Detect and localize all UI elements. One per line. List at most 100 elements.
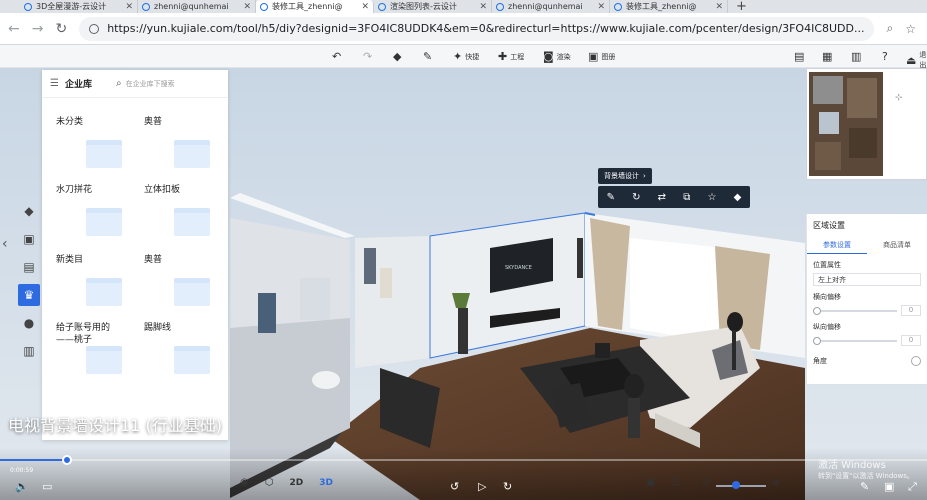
rail-person-button[interactable]: ●	[18, 312, 40, 334]
focus-icon[interactable]: ⊡	[672, 477, 680, 488]
close-tab-icon[interactable]: ✕	[597, 2, 605, 12]
list-icon[interactable]: ☰	[50, 78, 59, 89]
h-offset-slider[interactable]: 0	[813, 305, 921, 316]
v-offset-input[interactable]: 0	[901, 335, 921, 346]
category-item[interactable]: 立体扣板	[144, 184, 224, 250]
render-button[interactable]: ◙ 渲染	[543, 50, 571, 63]
align-select[interactable]: 左上对齐	[813, 273, 921, 286]
view-3d-button[interactable]: 3D	[319, 478, 333, 488]
drawing-button[interactable]: ▣ 图册	[588, 50, 615, 63]
view-toolbar: ◉ ⬡ 2D 3D	[240, 477, 333, 488]
project-button[interactable]: ✚ 工程	[498, 50, 524, 63]
rail-bus-button[interactable]: ▥	[18, 340, 40, 362]
exit-button[interactable]: ⏏ 退出	[906, 50, 927, 70]
cube-view-icon[interactable]: ⬡	[265, 477, 274, 488]
video-progress-track[interactable]	[0, 459, 927, 461]
copy-icon[interactable]: ⧉	[683, 192, 690, 203]
save-button[interactable]: ▦	[822, 50, 832, 63]
subtitles-icon[interactable]: ▭	[42, 480, 52, 493]
browser-tab[interactable]: 3D全屋漫游-云设计 ✕	[20, 0, 138, 13]
tab-parameters[interactable]: 参数设置	[807, 237, 867, 254]
browser-tab[interactable]: 装修工具_zhenni@ ✕	[610, 0, 728, 13]
favorite-star-icon[interactable]: ☆	[708, 192, 717, 203]
watermark-line1: 激活 Windows	[818, 460, 886, 471]
bus-icon: ▥	[23, 344, 35, 358]
redo-button[interactable]: ↷	[363, 50, 372, 63]
expand-icon[interactable]: ⊹	[895, 93, 903, 103]
zoom-slider[interactable]	[716, 485, 766, 487]
video-progress-handle[interactable]	[61, 455, 72, 465]
reload-icon[interactable]: ↻	[55, 21, 67, 37]
shortcut-button[interactable]: ✦ 快捷	[453, 50, 479, 63]
browser-tab[interactable]: 渲染图列表-云设计 ✕	[374, 0, 492, 13]
furniture-icon: ▤	[23, 260, 35, 274]
new-tab-button[interactable]: +	[736, 0, 747, 13]
url-field[interactable]: https://yun.kujiale.com/tool/h5/diy?desi…	[79, 16, 875, 41]
library-search[interactable]: ⌕ 在企业库下搜索	[116, 78, 175, 89]
eraser-button[interactable]: ◆	[393, 50, 401, 63]
zoom-icon[interactable]: ⌕	[886, 21, 893, 36]
clipboard-button[interactable]: ▥	[851, 50, 861, 63]
save-icon: ▦	[822, 50, 833, 63]
rewind-10-icon[interactable]: ↺	[450, 480, 459, 493]
context-breadcrumb[interactable]: 背景墙设计 ›	[598, 168, 652, 184]
rail-cube-button[interactable]: ◆	[18, 200, 40, 222]
category-item[interactable]: 踢脚线	[144, 322, 224, 388]
tab-product-list[interactable]: 商品清单	[867, 237, 927, 254]
export-button[interactable]: ▤	[794, 50, 804, 63]
close-tab-icon[interactable]: ✕	[125, 2, 133, 12]
person-icon: ●	[23, 316, 35, 330]
floorplan-drawing	[809, 72, 883, 176]
eraser-icon[interactable]: ◆	[734, 192, 742, 203]
site-favicon-icon	[614, 2, 622, 11]
browser-tab[interactable]: zhenni@qunhemai ✕	[492, 0, 610, 13]
close-tab-icon[interactable]: ✕	[479, 2, 487, 12]
volume-icon[interactable]: 🔈	[15, 480, 29, 493]
close-tab-icon[interactable]: ✕	[361, 2, 369, 12]
fullscreen-icon[interactable]: ⤢	[908, 480, 917, 494]
category-item[interactable]: 奥普	[144, 116, 224, 182]
category-item[interactable]: 未分类	[56, 116, 136, 182]
close-tab-icon[interactable]: ✕	[243, 2, 251, 12]
close-tab-icon[interactable]: ✕	[715, 2, 723, 12]
v-offset-slider[interactable]: 0	[813, 335, 921, 346]
slider-knob[interactable]	[813, 306, 821, 315]
category-item[interactable]: 给子账号用的——桃子	[56, 322, 136, 388]
slider-knob[interactable]	[813, 336, 821, 345]
edit-pencil-icon[interactable]: ✎	[607, 192, 615, 203]
zoom-out-icon[interactable]: ⊖	[702, 477, 710, 488]
angle-dial-icon[interactable]	[911, 356, 921, 366]
camera-icon[interactable]: ▣	[646, 477, 655, 488]
h-offset-input[interactable]: 0	[901, 305, 921, 316]
back-arrow-icon[interactable]: ←	[8, 21, 20, 37]
swap-icon[interactable]: ⇄	[658, 192, 666, 203]
minimap[interactable]: ⊹	[806, 68, 927, 180]
address-bar: ← → ↻ https://yun.kujiale.com/tool/h5/di…	[0, 13, 927, 45]
wrench-button[interactable]: ✎	[423, 50, 432, 63]
help-button[interactable]: ?	[882, 50, 888, 63]
help-icon: ?	[882, 50, 888, 63]
browser-tab[interactable]: zhenni@qunhemai ✕	[138, 0, 256, 13]
zoom-slider-knob[interactable]	[732, 481, 740, 489]
video-caption: 电视背景墙设计11 (行业基础)	[8, 416, 222, 435]
bookmark-star-icon[interactable]: ☆	[905, 22, 916, 36]
category-item[interactable]: 新类目	[56, 254, 136, 320]
eye-icon[interactable]: ◉	[240, 477, 249, 488]
rotate-icon[interactable]: ↻	[632, 192, 640, 203]
tab-title: zhenni@qunhemai	[508, 2, 583, 11]
forward-arrow-icon[interactable]: →	[32, 21, 44, 37]
category-item[interactable]: 奥普	[144, 254, 224, 320]
category-item[interactable]: 水刀拼花	[56, 184, 136, 250]
rail-enterprise-button[interactable]: ♛	[18, 284, 40, 306]
collapse-arrow-icon[interactable]: ‹	[2, 236, 8, 252]
view-2d-button[interactable]: 2D	[289, 478, 303, 488]
rail-user-button[interactable]: ▣	[18, 228, 40, 250]
browser-tab-active[interactable]: 装修工具_zhenni@ ✕	[256, 0, 374, 13]
forward-30-icon[interactable]: ↻	[503, 480, 512, 493]
zoom-in-icon[interactable]: ⊕	[772, 477, 780, 488]
context-label: 背景墙设计	[604, 172, 639, 180]
play-icon[interactable]: ▷	[478, 480, 486, 493]
browser-tab-bar: 3D全屋漫游-云设计 ✕ zhenni@qunhemai ✕ 装修工具_zhenni…	[0, 0, 927, 13]
undo-button[interactable]: ↶	[332, 50, 341, 63]
rail-furniture-button[interactable]: ▤	[18, 256, 40, 278]
